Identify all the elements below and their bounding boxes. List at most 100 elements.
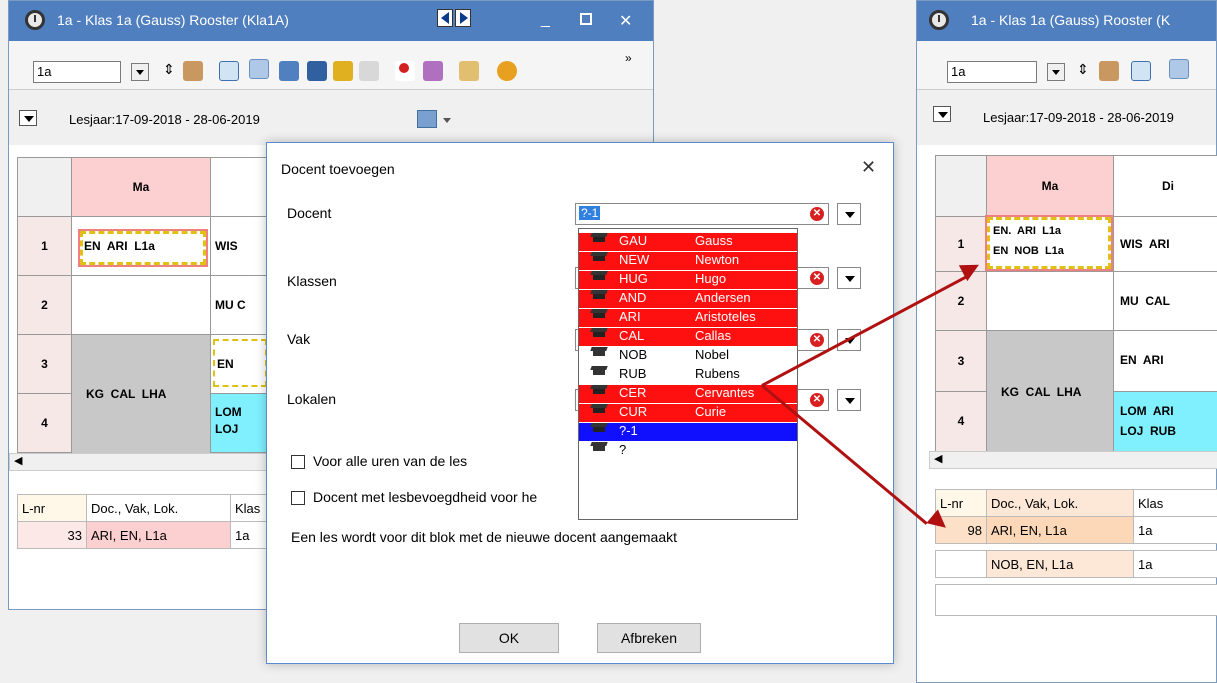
docent-dropdown-list: GAU Gauss NEW Newton HUG Hugo AND Andersen ARI Ar… — [578, 228, 798, 520]
docent-list-item[interactable]: ARI Aristoteles — [579, 309, 797, 327]
calendar-dropdown-icon[interactable] — [443, 118, 451, 123]
pencil-icon[interactable] — [279, 61, 299, 81]
day-header-di: Di — [1113, 155, 1217, 217]
grid-icon[interactable] — [1131, 61, 1151, 81]
lesson-cell-di-1[interactable]: WIS ARI — [1113, 216, 1217, 272]
class-combo-dropdown[interactable] — [131, 63, 149, 81]
overflow-icon[interactable]: » — [625, 51, 632, 65]
right-title-bar[interactable]: 1a - Klas 1a (Gauss) Rooster (K — [917, 1, 1216, 41]
col-header-doc: Doc., Vak, Lok. — [86, 494, 231, 522]
minimize-icon[interactable]: _ — [541, 11, 550, 29]
pin-icon[interactable] — [395, 61, 415, 81]
lesson-row-klas[interactable]: 1a — [1133, 550, 1217, 578]
lesson-cell-ma-1[interactable]: EN ARI L1a — [71, 216, 211, 276]
lesbevoegdheid-label: Docent met lesbevoegdheid voor he — [313, 489, 538, 505]
col-header-klas: Klas — [230, 494, 270, 522]
lesson-cell-di-2[interactable]: MU CAL — [1113, 271, 1217, 331]
lesson-row-doc[interactable]: NOB, EN, L1a — [986, 550, 1134, 578]
grid-icon[interactable] — [219, 61, 239, 81]
lesbevoegdheid-checkbox[interactable] — [291, 491, 305, 505]
lesson-row-lnr[interactable]: 33 — [17, 521, 87, 549]
alle-uren-checkbox[interactable] — [291, 455, 305, 469]
users-icon[interactable] — [1099, 61, 1119, 81]
edit-icon[interactable] — [249, 59, 269, 79]
docent-name: Gauss — [695, 233, 733, 248]
lesson-cell-di-3[interactable]: EN ARI — [1113, 330, 1217, 392]
clear-icon[interactable]: ✕ — [810, 271, 824, 285]
clear-icon[interactable]: ✕ — [810, 207, 824, 221]
export-icon[interactable] — [307, 61, 327, 81]
lesson-cell-next-1[interactable]: WIS — [210, 216, 270, 276]
ok-button[interactable]: OK — [459, 623, 559, 653]
lesson-row-klas[interactable]: 1a — [230, 521, 270, 549]
label-lokalen: Lokalen — [287, 391, 337, 407]
lesson-row-lnr[interactable] — [935, 550, 987, 578]
horizontal-scrollbar[interactable]: ◀ — [9, 453, 269, 471]
docent-list-item[interactable]: NEW Newton — [579, 252, 797, 270]
cancel-button[interactable]: Afbreken — [597, 623, 701, 653]
graduation-cap-icon — [593, 293, 605, 299]
lesson-cell-next-4[interactable]: LOM LOJ — [210, 393, 270, 453]
lesson-text-ma-34: KG CAL LHA — [86, 387, 167, 401]
maximize-icon[interactable] — [580, 13, 592, 25]
dialog-close-icon[interactable]: ✕ — [861, 157, 876, 178]
lesson-row-doc[interactable]: ARI, EN, L1a — [86, 521, 231, 549]
docent-list-item[interactable]: AND Andersen — [579, 290, 797, 308]
lesson-cell-ma-1[interactable]: EN. ARI L1a EN NOB L1a — [985, 215, 1114, 272]
clear-icon[interactable]: ✕ — [810, 393, 824, 407]
spinner-icon[interactable]: ⇕ — [163, 61, 175, 78]
next-arrow-button[interactable] — [455, 9, 471, 27]
lesson-row-klas[interactable]: 1a — [1133, 516, 1217, 544]
left-title-bar[interactable]: 1a - Klas 1a (Gauss) Rooster (Kla1A) _ ✕ — [9, 1, 653, 41]
row-num-3: 3 — [935, 330, 987, 392]
lesson-text-next-2: MU C — [215, 298, 246, 312]
lesson-cell-di-4[interactable]: LOM ARI LOJ RUB — [1113, 391, 1217, 452]
clear-icon[interactable]: ✕ — [810, 333, 824, 347]
close-icon[interactable]: ✕ — [619, 11, 632, 31]
lesson-row-doc[interactable]: ARI, EN, L1a — [986, 516, 1134, 544]
docent-list-item[interactable]: ? — [579, 442, 797, 460]
lesson-cell-next-3[interactable]: EN — [210, 334, 270, 394]
lesson-cell-next-2[interactable]: MU C — [210, 275, 270, 335]
class-combo[interactable]: 1a — [33, 61, 121, 83]
period-dropdown-button[interactable] — [933, 106, 951, 122]
docent-list-item[interactable]: ?-1 — [579, 423, 797, 441]
docent-code: CUR — [619, 404, 648, 419]
undo-icon[interactable] — [359, 61, 379, 81]
users-icon[interactable] — [183, 61, 203, 81]
docent-list-item[interactable]: GAU Gauss — [579, 233, 797, 251]
docent-input[interactable]: ?-1 ✕ — [575, 203, 829, 225]
gear-icon[interactable] — [497, 61, 517, 81]
docent-list-item[interactable]: HUG Hugo — [579, 271, 797, 289]
docent-dropdown-button[interactable] — [837, 203, 861, 225]
docent-list-item[interactable]: CAL Callas — [579, 328, 797, 346]
lesson-cell-ma-34[interactable]: KG CAL LHA — [986, 330, 1114, 452]
calendar-icon[interactable] — [417, 110, 437, 128]
prev-arrow-button[interactable] — [437, 9, 453, 27]
label-klassen: Klassen — [287, 273, 337, 289]
docent-name: Callas — [695, 328, 732, 343]
lesson-cell-ma-34[interactable]: KG CAL LHA — [71, 334, 211, 454]
lock-icon[interactable] — [333, 61, 353, 81]
lesson-cell-ma-2[interactable] — [986, 271, 1114, 331]
people-icon[interactable] — [423, 61, 443, 81]
class-combo[interactable]: 1a — [947, 61, 1037, 83]
lesson-cell-ma-2[interactable] — [71, 275, 211, 335]
docent-input-value: ?-1 — [579, 206, 601, 220]
lesson-text-di-1: WIS ARI — [1120, 237, 1170, 251]
docent-list-item[interactable]: CUR Curie — [579, 404, 797, 422]
edit-icon[interactable] — [1169, 59, 1189, 79]
docent-list-item[interactable]: NOB Nobel — [579, 347, 797, 365]
period-bar: Lesjaar:17-09-2018 - 28-06-2019 — [9, 89, 653, 145]
spinner-icon[interactable]: ⇕ — [1077, 61, 1089, 78]
class-combo-dropdown[interactable] — [1047, 63, 1065, 81]
lesson-text-next-4: LOM LOJ — [215, 405, 242, 436]
horizontal-scrollbar[interactable]: ◀ — [929, 451, 1217, 469]
settings-doc-icon[interactable] — [459, 61, 479, 81]
docent-name: Newton — [695, 252, 740, 267]
period-dropdown-button[interactable] — [19, 110, 37, 126]
klassen-dropdown-button[interactable] — [837, 267, 861, 289]
lokalen-dropdown-button[interactable] — [837, 389, 861, 411]
left-toolbar: 1a ⇕ » — [9, 41, 653, 89]
lesson-text-di-4b: LOJ RUB — [1120, 424, 1177, 438]
